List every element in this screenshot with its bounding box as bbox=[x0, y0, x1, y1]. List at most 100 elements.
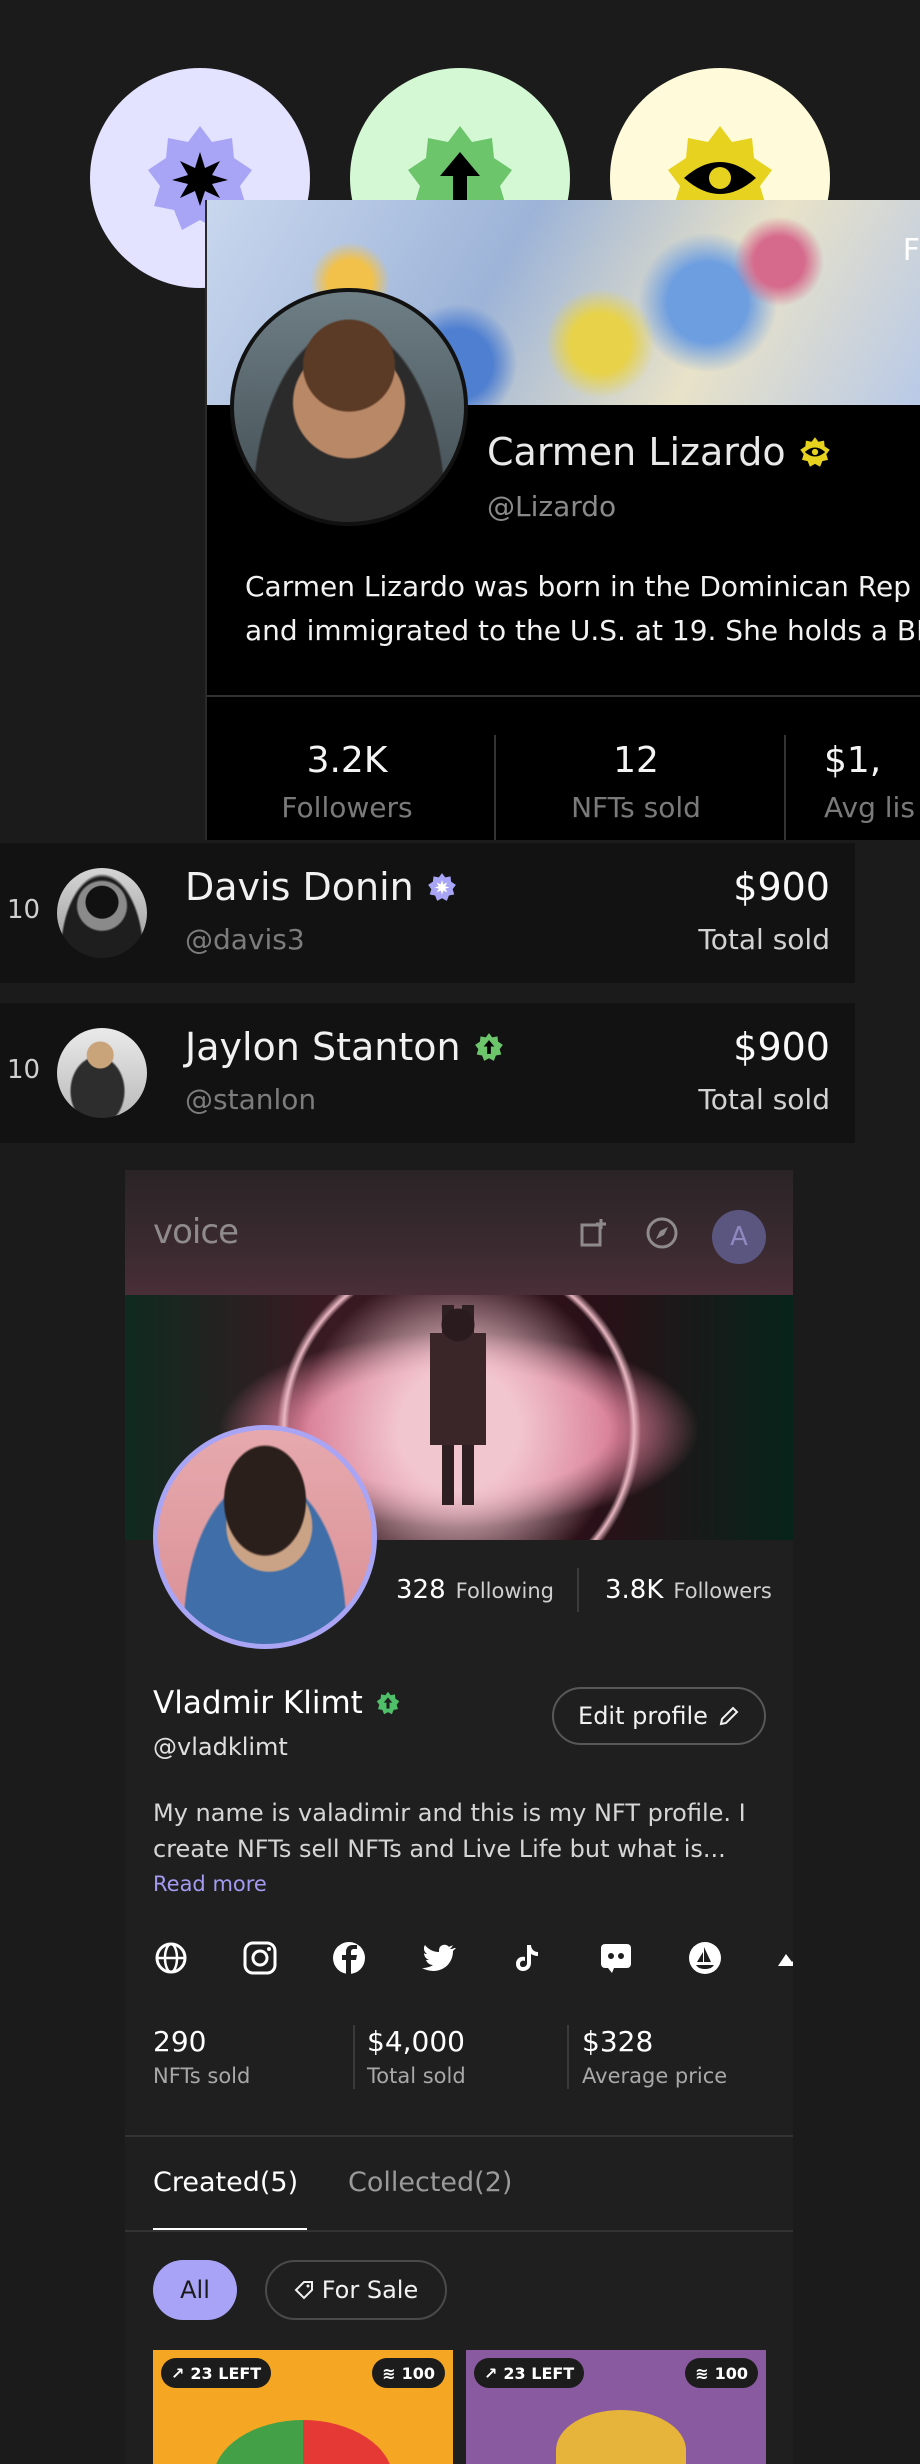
remaining-badge: ↗ 23 LEFT bbox=[474, 2358, 585, 2388]
stat-nfts-sold: 290 NFTs sold bbox=[153, 2025, 250, 2088]
total-amount: $900 bbox=[733, 865, 830, 909]
nft-image bbox=[213, 2420, 393, 2464]
voice-logo[interactable]: voice bbox=[153, 1212, 239, 1252]
nft-image bbox=[556, 2410, 686, 2464]
stat-nfts-sold: 12 NFTs sold bbox=[496, 740, 776, 824]
stat-label: Followers bbox=[281, 791, 413, 824]
stat-value: $328 bbox=[582, 2025, 654, 2058]
profile-bio: Carmen Lizardo was born in the Dominican… bbox=[245, 565, 920, 653]
avatar bbox=[57, 1028, 147, 1118]
user-avatar[interactable]: A bbox=[712, 1210, 766, 1264]
leaderboard-row[interactable]: 10 Davis Donin @davis3 $900 Total sold bbox=[0, 843, 855, 983]
instagram-icon[interactable] bbox=[242, 1940, 278, 1976]
total-sold-label: Total sold bbox=[698, 923, 830, 956]
leaderboard-handle: @davis3 bbox=[185, 923, 305, 956]
banner-edge-text: F bbox=[902, 233, 920, 268]
following-label: Following bbox=[455, 1579, 554, 1603]
compass-icon[interactable] bbox=[645, 1216, 679, 1250]
bio-line: Carmen Lizardo was born in the Dominican… bbox=[245, 570, 911, 603]
profile-name-text: Vladmir Klimt bbox=[153, 1685, 363, 1721]
stat-value: 290 bbox=[153, 2025, 207, 2058]
following-count[interactable]: 328 Following bbox=[396, 1575, 554, 1605]
followers-label: Followers bbox=[673, 1579, 772, 1603]
profile-handle: @Lizardo bbox=[487, 490, 617, 523]
verified-icon bbox=[376, 1691, 400, 1715]
globe-icon[interactable] bbox=[153, 1940, 189, 1976]
edit-profile-button[interactable]: Edit profile bbox=[552, 1687, 766, 1745]
edit-profile-label: Edit profile bbox=[578, 1702, 708, 1730]
filter-all-chip[interactable]: All bbox=[153, 2260, 237, 2320]
facebook-icon[interactable] bbox=[331, 1940, 367, 1976]
profile-card: F Carmen Lizardo @Lizardo Carmen Lizardo… bbox=[205, 200, 920, 840]
stat-value: $4,000 bbox=[367, 2025, 465, 2058]
nft-card[interactable]: ↗ 23 LEFT ≋ 100 bbox=[466, 2350, 766, 2464]
leaderboard-name-text: Davis Donin bbox=[185, 865, 414, 909]
following-number: 328 bbox=[396, 1575, 446, 1605]
leaderboard-name: Davis Donin bbox=[185, 865, 458, 909]
stat-label: NFTs sold bbox=[153, 2064, 251, 2088]
verified-eye-icon bbox=[799, 437, 830, 467]
remaining-label: 23 LEFT bbox=[503, 2363, 575, 2383]
leaderboard-row[interactable]: 10 Jaylon Stanton @stanlon $900 Total so… bbox=[0, 1003, 855, 1143]
pencil-icon bbox=[719, 1706, 739, 1726]
remaining-badge: ↗ 23 LEFT bbox=[161, 2358, 272, 2388]
avatar[interactable] bbox=[153, 1425, 377, 1649]
profile-handle: @vladklimt bbox=[153, 1733, 288, 1761]
tab-collected[interactable]: Collected(2) bbox=[348, 2167, 512, 2198]
banner-figure bbox=[430, 1305, 486, 1505]
stat-label: Total sold bbox=[367, 2064, 466, 2088]
create-post-icon[interactable] bbox=[577, 1216, 611, 1250]
followers-number: 3.8K bbox=[605, 1575, 664, 1605]
opensea-icon[interactable] bbox=[687, 1940, 723, 1976]
bio-line: create NFTs sell NFTs and Live Life but … bbox=[153, 1835, 726, 1863]
total-sold-label: Total sold bbox=[698, 1083, 830, 1116]
edition-badge: ≋ 100 bbox=[685, 2358, 758, 2388]
stat-average-price: $328 Average price bbox=[582, 2025, 727, 2088]
discord-icon[interactable] bbox=[598, 1940, 634, 1976]
trend-icon: ↗ bbox=[484, 2363, 498, 2383]
profile-panel: voice A 328 Following 3.8K Followers Vla… bbox=[125, 1170, 793, 2464]
profile-name-text: Carmen Lizardo bbox=[487, 430, 786, 474]
stat-value: 12 bbox=[613, 740, 659, 781]
stat-value: $1, bbox=[824, 740, 882, 781]
filter-for-sale-chip[interactable]: For Sale bbox=[265, 2260, 447, 2320]
avatar[interactable] bbox=[230, 288, 468, 526]
layers-icon: ≋ bbox=[695, 2363, 709, 2383]
bio-line: My name is valadimir and this is my NFT … bbox=[153, 1799, 746, 1827]
divider bbox=[125, 2230, 793, 2232]
profile-name: Carmen Lizardo bbox=[487, 430, 832, 474]
rank-number: 10 bbox=[7, 1055, 41, 1085]
layers-icon: ≋ bbox=[382, 2363, 396, 2383]
top-bar: voice A bbox=[125, 1170, 793, 1295]
bio-line: and immigrated to the U.S. at 19. She ho… bbox=[245, 614, 920, 647]
leaderboard-handle: @stanlon bbox=[185, 1083, 317, 1116]
read-more-link[interactable]: Read more bbox=[153, 1872, 267, 1896]
leaderboard-name-text: Jaylon Stanton bbox=[185, 1025, 461, 1069]
divider bbox=[353, 2025, 355, 2089]
filter-for-sale-label: For Sale bbox=[321, 2276, 419, 2304]
edition-badge: ≋ 100 bbox=[372, 2358, 445, 2388]
stat-value: 3.2K bbox=[306, 740, 388, 781]
remaining-label: 23 LEFT bbox=[190, 2363, 262, 2383]
starburst-icon bbox=[427, 873, 456, 901]
avatar bbox=[57, 868, 147, 958]
stat-label: Avg lis bbox=[824, 791, 915, 824]
stat-total-sold: $4,000 Total sold bbox=[367, 2025, 466, 2088]
tab-created[interactable]: Created(5) bbox=[153, 2167, 298, 2198]
nft-card[interactable]: ↗ 23 LEFT ≋ 100 bbox=[153, 2350, 453, 2464]
stat-label: Average price bbox=[582, 2064, 728, 2088]
stat-avg-listing: $1, Avg lis bbox=[786, 740, 920, 824]
followers-count[interactable]: 3.8K Followers bbox=[605, 1575, 772, 1605]
edition-label: 100 bbox=[401, 2363, 435, 2383]
more-icon[interactable] bbox=[776, 1940, 793, 1976]
profile-bio: My name is valadimir and this is my NFT … bbox=[153, 1795, 753, 1867]
twitter-icon[interactable] bbox=[420, 1940, 456, 1976]
total-amount: $900 bbox=[733, 1025, 830, 1069]
divider bbox=[567, 2025, 569, 2089]
social-links bbox=[153, 1940, 793, 1980]
stat-label: NFTs sold bbox=[571, 791, 701, 824]
tiktok-icon[interactable] bbox=[509, 1940, 545, 1976]
arrow-up-icon bbox=[474, 1033, 503, 1061]
tag-icon bbox=[294, 2281, 313, 2300]
divider bbox=[207, 695, 920, 697]
